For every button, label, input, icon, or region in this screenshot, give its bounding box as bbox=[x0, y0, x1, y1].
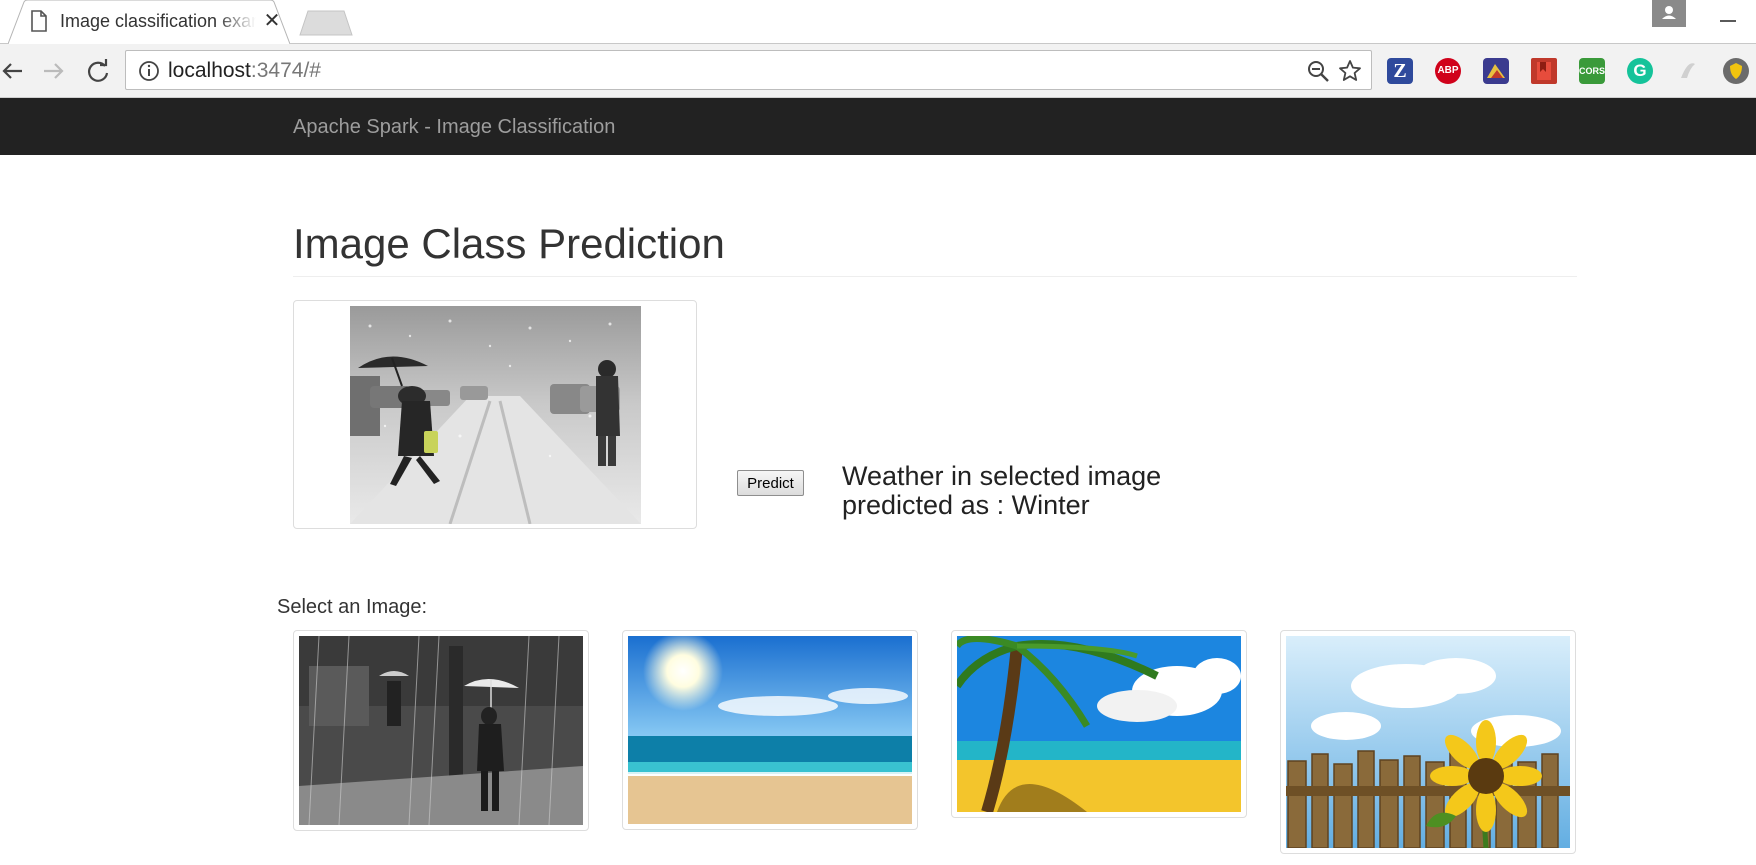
adblock-plus-icon[interactable]: ABP bbox=[1435, 58, 1461, 84]
sunflower-fence-image bbox=[1286, 636, 1570, 848]
extension-icon[interactable] bbox=[1483, 58, 1509, 84]
gallery-image-sunflower-fence[interactable] bbox=[1280, 630, 1576, 854]
palm-beach-image bbox=[957, 636, 1241, 812]
selected-image bbox=[350, 306, 641, 524]
extension-inactive-icon[interactable] bbox=[1675, 58, 1701, 84]
url-path: :3474/# bbox=[250, 59, 321, 82]
prediction-result-line-1: Weather in selected image bbox=[842, 461, 1162, 491]
browser-toolbar: localhost:3474/# Z ABP CORS G bbox=[0, 44, 1756, 98]
url-text: localhost:3474/# bbox=[168, 59, 321, 83]
bookmark-extension-icon[interactable] bbox=[1531, 58, 1557, 84]
selected-image-preview bbox=[293, 300, 697, 529]
bookmark-star-icon[interactable] bbox=[1338, 59, 1362, 83]
app-navbar: Apache Spark - Image Classification bbox=[0, 98, 1756, 155]
prediction-result: Weather in selected image predicted as :… bbox=[842, 462, 1161, 520]
gallery-image-beach[interactable] bbox=[622, 630, 918, 830]
predict-button[interactable]: Predict bbox=[737, 470, 804, 496]
back-arrow-icon[interactable] bbox=[0, 57, 28, 85]
minimize-icon[interactable] bbox=[1716, 8, 1740, 32]
navbar-brand[interactable]: Apache Spark - Image Classification bbox=[293, 116, 615, 139]
forward-arrow-icon[interactable] bbox=[40, 57, 68, 85]
prediction-result-line-2: predicted as : Winter bbox=[842, 490, 1090, 520]
close-icon[interactable]: ✕ bbox=[262, 11, 282, 31]
browser-tab[interactable]: Image classification example ✕ bbox=[8, 0, 290, 44]
address-bar[interactable]: localhost:3474/# bbox=[125, 50, 1372, 90]
beach-image bbox=[628, 636, 912, 824]
browser-tab-strip: Image classification example ✕ bbox=[0, 0, 1756, 44]
url-host: localhost bbox=[168, 59, 251, 82]
select-image-label: Select an Image: bbox=[277, 596, 428, 618]
page-title: Image Class Prediction bbox=[293, 220, 725, 267]
zoom-out-icon[interactable] bbox=[1306, 59, 1330, 83]
rain-image bbox=[299, 636, 583, 825]
gallery-image-rain[interactable] bbox=[293, 630, 589, 831]
person-icon bbox=[1662, 6, 1676, 19]
tab-title: Image classification example bbox=[60, 11, 256, 31]
shield-extension-icon[interactable] bbox=[1723, 58, 1749, 84]
profile-button[interactable] bbox=[1652, 0, 1686, 27]
reload-icon[interactable] bbox=[84, 57, 112, 85]
grammarly-icon[interactable]: G bbox=[1627, 58, 1653, 84]
divider bbox=[293, 276, 1577, 277]
cors-icon[interactable]: CORS bbox=[1579, 58, 1605, 84]
info-icon[interactable] bbox=[138, 60, 160, 82]
page-icon bbox=[31, 10, 47, 32]
new-tab-button[interactable] bbox=[298, 10, 354, 36]
zotero-icon[interactable]: Z bbox=[1387, 58, 1413, 84]
gallery-image-palm-beach[interactable] bbox=[951, 630, 1247, 818]
